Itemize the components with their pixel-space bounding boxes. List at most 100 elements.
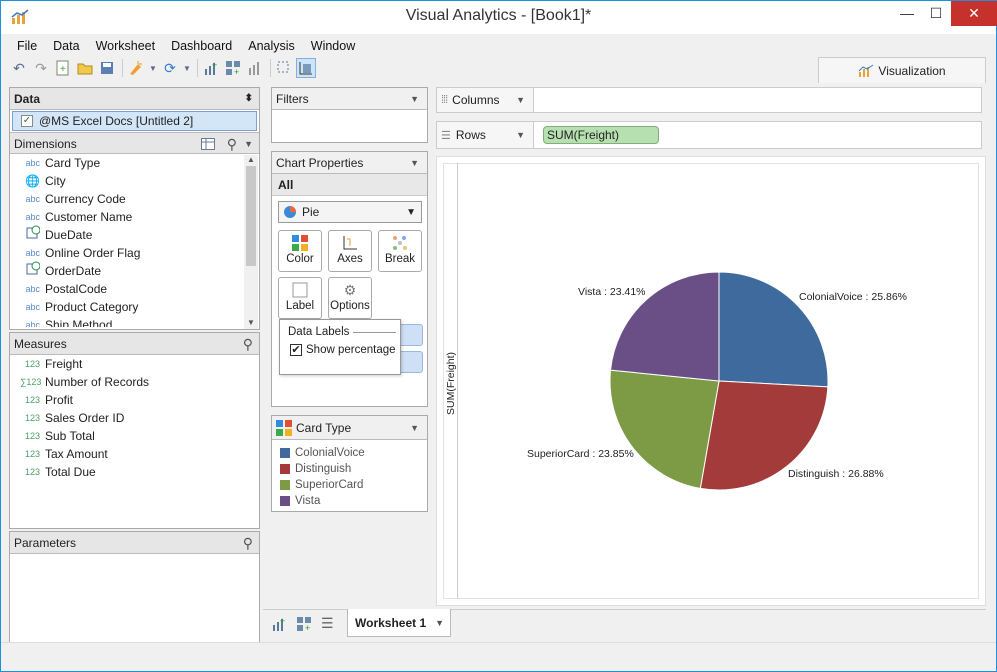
chevron-down-icon[interactable]: ▼ [410, 152, 419, 174]
measure-item[interactable]: 123 Total Due [10, 463, 259, 481]
legend-panel: Card Type ▼ ColonialVoice Distinguish Supe… [271, 415, 428, 512]
refresh-icon[interactable]: ⟳ [160, 58, 180, 78]
label-button[interactable]: Label [278, 277, 322, 319]
chevron-down-icon[interactable]: ▼ [410, 416, 419, 440]
chevron-down-icon[interactable]: ▼ [435, 609, 444, 637]
measure-item[interactable]: 123 Sub Total [10, 427, 259, 445]
menu-window[interactable]: Window [303, 37, 363, 55]
show-percentage-checkbox[interactable]: ✔ [290, 344, 302, 356]
window-title: Visual Analytics - [Book1]* [405, 7, 592, 24]
new-icon[interactable]: + [53, 58, 73, 78]
rows-shelf[interactable]: ☰ Rows ▼ SUM(Freight) [436, 121, 982, 149]
menu-worksheet[interactable]: Worksheet [88, 37, 164, 55]
options-button[interactable]: ⚙ Options [328, 277, 372, 319]
toolbar: ↶ ↷ + ▼ ⟳ ▼ + + [9, 57, 318, 79]
text-type-icon: abc [25, 302, 40, 312]
chevron-down-icon: ▼ [406, 206, 416, 218]
sheet-tab-worksheet-1[interactable]: Worksheet 1 ▼ [347, 609, 451, 637]
menu-bar: File Data Worksheet Dashboard Analysis W… [9, 37, 363, 55]
show-percentage-option[interactable]: ✔ Show percentage [280, 338, 400, 356]
chevron-down-icon[interactable]: ▼ [410, 88, 419, 110]
legend-item[interactable]: Distinguish [272, 461, 427, 477]
open-folder-icon[interactable] [75, 58, 95, 78]
all-marks-label[interactable]: All [272, 174, 427, 196]
drag-mode-icon[interactable] [296, 58, 316, 78]
axes-button[interactable]: Axes [328, 230, 372, 272]
select-icon[interactable] [274, 58, 294, 78]
legend-item[interactable]: ColonialVoice [272, 445, 427, 461]
pie-slice-colonialvoice[interactable] [718, 271, 829, 388]
dimension-item[interactable]: abc Product Category [10, 298, 259, 316]
chevron-down-icon[interactable]: ▼ [244, 133, 253, 155]
save-icon[interactable] [97, 58, 117, 78]
measure-item[interactable]: 123 Sales Order ID [10, 409, 259, 427]
dimensions-scrollbar[interactable]: ▲ ▼ [244, 155, 258, 329]
measure-label: Sub Total [45, 429, 95, 443]
color-icon [276, 419, 292, 436]
dimension-item[interactable]: abc Ship Method [10, 316, 259, 327]
dimension-item[interactable]: 🌐 City [10, 172, 259, 190]
dimension-item[interactable]: abc Card Type [10, 154, 259, 172]
menu-dashboard[interactable]: Dashboard [163, 37, 240, 55]
parameters-header: Parameters ⚲ [10, 532, 259, 554]
rows-pill-sum-freight[interactable]: SUM(Freight) [543, 126, 659, 144]
color-button[interactable]: Color [278, 230, 322, 272]
dimension-label: Ship Method [45, 318, 113, 327]
pie-slice-superiorcard[interactable] [609, 369, 720, 489]
menu-file[interactable]: File [9, 37, 45, 55]
dimension-label: PostalCode [45, 282, 108, 296]
chevron-down-icon[interactable]: ▼ [516, 130, 525, 140]
undo-icon[interactable]: ↶ [9, 58, 29, 78]
dimension-item[interactable]: abc Online Order Flag [10, 244, 259, 262]
rows-icon: ☰ [441, 129, 451, 142]
chevron-down-icon[interactable]: ▼ [182, 58, 192, 78]
chart-icon[interactable] [245, 58, 265, 78]
minimize-button[interactable]: — [894, 1, 920, 26]
measure-item[interactable]: 123 Tax Amount [10, 445, 259, 463]
redo-icon[interactable]: ↷ [31, 58, 51, 78]
measure-item[interactable]: 123 Profit [10, 391, 259, 409]
columns-shelf[interactable]: ⁞⁞⁞ Columns ▼ [436, 87, 982, 113]
break-button[interactable]: Break [378, 230, 422, 272]
number-type-icon: 123 [24, 467, 40, 477]
search-icon[interactable]: ⚲ [243, 333, 253, 355]
new-dashboard-icon[interactable]: + [223, 58, 243, 78]
legend-item[interactable]: Vista [272, 493, 427, 509]
new-worksheet-icon[interactable]: + [201, 58, 221, 78]
dimension-item[interactable]: abc PostalCode [10, 280, 259, 298]
measure-item[interactable]: ∑123 Number of Records [10, 373, 259, 391]
chevron-down-icon[interactable]: ▼ [516, 95, 525, 105]
dimension-item[interactable]: abc Currency Code [10, 190, 259, 208]
legend-label: SuperiorCard [295, 479, 364, 491]
measure-item[interactable]: 123 Freight [10, 355, 259, 373]
dimension-item[interactable]: DueDate [10, 225, 259, 244]
title-bar: Visual Analytics - [Book1]* — ☐ ✕ [1, 1, 997, 34]
text-type-icon: abc [25, 194, 40, 204]
maximize-button[interactable]: ☐ [923, 1, 949, 26]
dimension-item[interactable]: abc Customer Name [10, 208, 259, 226]
search-icon[interactable]: ⚲ [227, 133, 237, 155]
dimension-item[interactable]: OrderDate [10, 261, 259, 280]
dimensions-title: Dimensions [14, 137, 77, 151]
chevron-down-icon[interactable]: ▼ [148, 58, 158, 78]
new-dashboard-icon[interactable]: + [296, 616, 312, 635]
tab-visualization[interactable]: Visualization [818, 57, 986, 83]
chart-type-select[interactable]: Pie ▼ [278, 201, 422, 223]
chart-area: SUM(Freight) ColonialVoice : 25.86% Disti… [436, 156, 986, 606]
svg-text:+: + [280, 616, 285, 626]
search-icon[interactable]: ⚲ [243, 532, 253, 554]
svg-text:+: + [234, 67, 239, 76]
menu-data[interactable]: Data [45, 37, 87, 55]
chart-properties-header: Chart Properties ▼ [272, 152, 427, 174]
clear-icon[interactable] [126, 58, 146, 78]
data-source-item[interactable]: ✓ @MS Excel Docs [Untitled 2] [12, 111, 257, 131]
new-worksheet-icon[interactable]: + [271, 616, 287, 635]
legend-item[interactable]: SuperiorCard [272, 477, 427, 493]
pie-chart: ColonialVoice : 25.86% Distinguish : 26.8… [527, 271, 907, 491]
sort-arrows-icon[interactable]: ⬍ [245, 88, 253, 110]
globe-icon: 🌐 [25, 174, 40, 188]
menu-analysis[interactable]: Analysis [240, 37, 303, 55]
close-button[interactable]: ✕ [951, 1, 997, 26]
sheet-list-icon[interactable]: ☰ [321, 615, 334, 632]
svg-text:+: + [60, 64, 66, 75]
